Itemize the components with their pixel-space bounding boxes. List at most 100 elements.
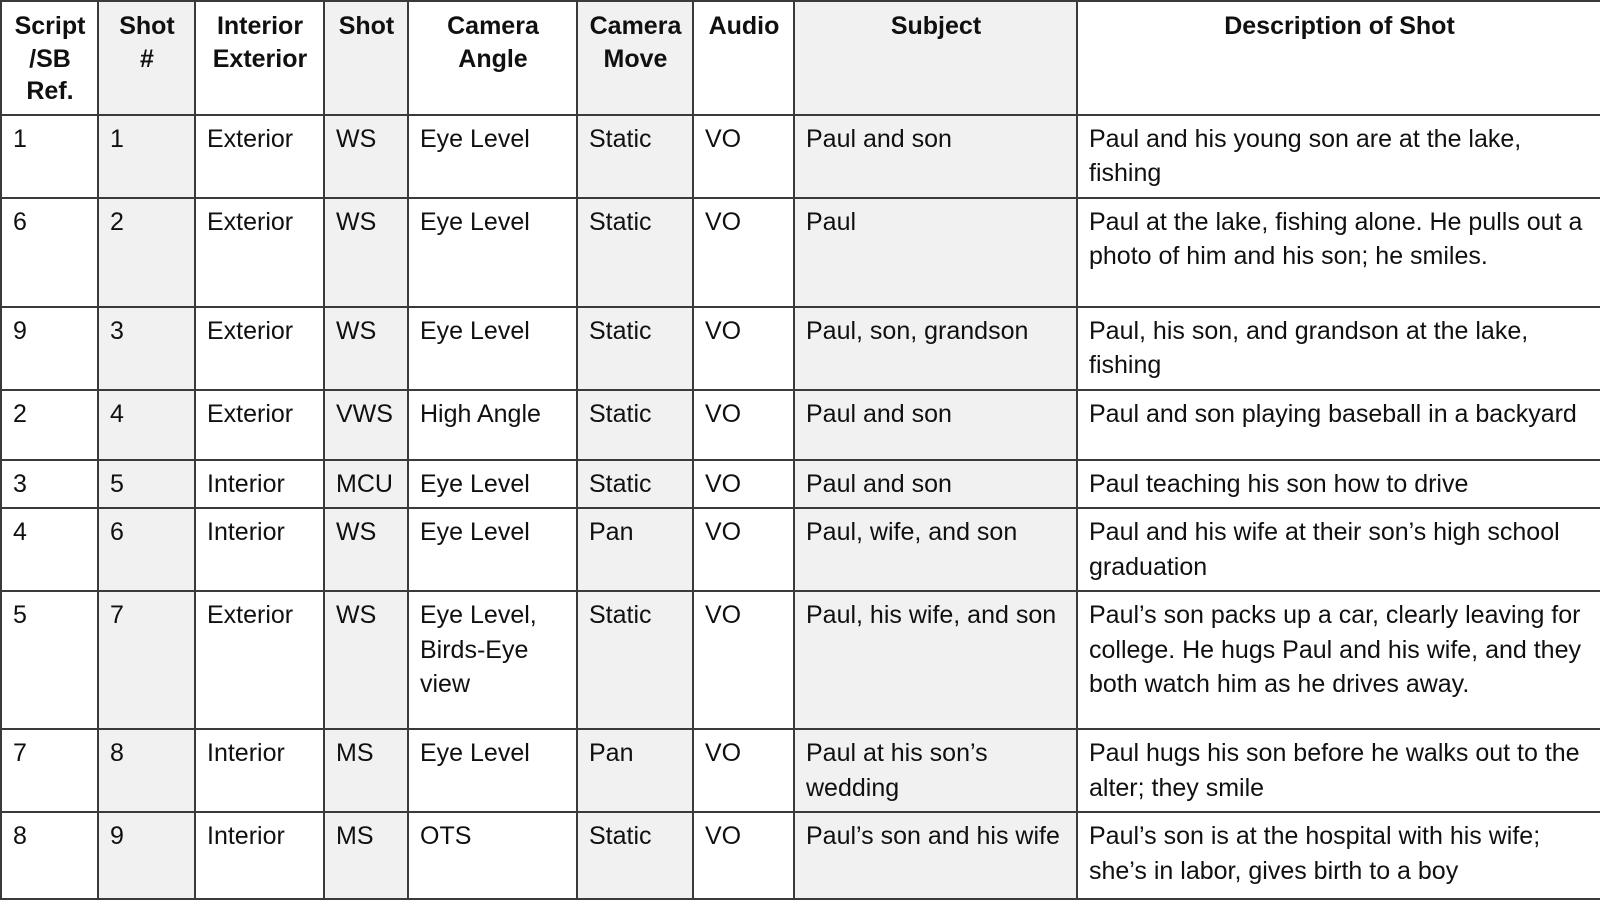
cell-value: Paul’s son and his wife xyxy=(806,822,1060,850)
cell-value: Paul and his young son are at the lake, … xyxy=(1089,124,1522,188)
table-row: 1 1 Exterior WS Eye Level Static VO Paul… xyxy=(0,113,1600,199)
cell-value: 5 xyxy=(13,601,27,629)
cell-shot: VWS xyxy=(323,388,409,461)
cell-audio: VO xyxy=(692,196,795,308)
cell-value: Static xyxy=(589,822,652,850)
table-header-row: Script /SB Ref. Shot # Interior Exterior… xyxy=(0,0,1600,116)
cell-value: VO xyxy=(705,124,742,153)
cell-value: Exterior xyxy=(207,316,294,345)
cell-description: Paul’s son is at the hospital with his w… xyxy=(1076,811,1600,900)
cell-value: WS xyxy=(336,316,377,345)
cell-value: 5 xyxy=(110,469,124,498)
cell-value: Eye Level xyxy=(420,124,530,153)
cell-camera-angle: OTS xyxy=(407,811,578,900)
cell-audio: VO xyxy=(692,113,795,199)
cell-shot-number: 8 xyxy=(97,728,196,813)
cell-value: Pan xyxy=(589,518,634,546)
column-header-label: Description of Shot xyxy=(1224,12,1455,40)
column-header-label: Audio xyxy=(708,12,780,40)
cell-value: MS xyxy=(336,739,374,767)
cell-camera-angle: Eye Level xyxy=(407,458,578,509)
cell-value: Eye Level xyxy=(420,207,530,236)
cell-value: WS xyxy=(336,518,377,546)
cell-camera-move: Static xyxy=(576,590,694,730)
column-header-description: Description of Shot xyxy=(1076,0,1600,116)
cell-shot-number: 9 xyxy=(97,811,196,900)
cell-interior-exterior: Exterior xyxy=(194,590,325,730)
cell-value: Exterior xyxy=(207,207,294,236)
column-header-label: Shot # xyxy=(119,12,175,73)
cell-value: Paul and son xyxy=(806,469,952,498)
cell-script-sb-ref: 3 xyxy=(0,458,99,509)
cell-value: Static xyxy=(589,601,652,629)
cell-value: VO xyxy=(705,601,742,629)
column-header-camera-angle: Camera Angle xyxy=(407,0,578,116)
column-header-audio: Audio xyxy=(692,0,795,116)
cell-shot: WS xyxy=(323,305,409,391)
cell-value: VO xyxy=(705,469,742,498)
cell-camera-angle: Eye Level xyxy=(407,113,578,199)
cell-shot-number: 1 xyxy=(97,113,196,199)
cell-value: 8 xyxy=(110,739,124,767)
table-row: 2 4 Exterior VWS High Angle Static VO Pa… xyxy=(0,388,1600,461)
cell-value: Paul’s son packs up a car, clearly leavi… xyxy=(1089,601,1581,698)
cell-value: Paul xyxy=(806,207,857,236)
column-header-label: Camera Angle xyxy=(447,12,539,73)
cell-camera-move: Pan xyxy=(576,728,694,813)
cell-camera-move: Pan xyxy=(576,507,694,592)
table-row: 7 8 Interior MS Eye Level Pan VO Paul at… xyxy=(0,728,1600,813)
cell-value: Interior xyxy=(207,739,285,767)
table-row: 5 7 Exterior WS Eye Level, Birds-Eye vie… xyxy=(0,590,1600,730)
cell-value: Paul at his son’s wedding xyxy=(806,739,988,802)
table-body: 1 1 Exterior WS Eye Level Static VO Paul… xyxy=(0,113,1600,900)
cell-value: 2 xyxy=(110,207,124,236)
cell-subject: Paul and son xyxy=(793,388,1078,461)
cell-value: Paul and son playing baseball in a backy… xyxy=(1089,399,1577,428)
cell-interior-exterior: Interior xyxy=(194,458,325,509)
cell-camera-angle: Eye Level xyxy=(407,196,578,308)
cell-value: Exterior xyxy=(207,601,294,629)
column-header-label: Interior Exterior xyxy=(212,12,308,73)
cell-camera-move: Static xyxy=(576,458,694,509)
cell-description: Paul and his wife at their son’s high sc… xyxy=(1076,507,1600,592)
column-header-label: Script /SB Ref. xyxy=(14,12,86,105)
cell-camera-angle: High Angle xyxy=(407,388,578,461)
cell-script-sb-ref: 2 xyxy=(0,388,99,461)
cell-value: Interior xyxy=(207,518,285,546)
column-header-subject: Subject xyxy=(793,0,1078,116)
cell-value: Static xyxy=(589,316,652,345)
cell-audio: VO xyxy=(692,728,795,813)
shot-list-table: Script /SB Ref. Shot # Interior Exterior… xyxy=(0,0,1600,900)
cell-value: 9 xyxy=(13,316,27,345)
cell-value: VO xyxy=(705,207,742,236)
cell-shot-number: 3 xyxy=(97,305,196,391)
cell-interior-exterior: Exterior xyxy=(194,388,325,461)
cell-value: Paul, wife, and son xyxy=(806,518,1018,546)
cell-value: Eye Level xyxy=(420,316,530,345)
cell-value: VO xyxy=(705,316,742,345)
cell-shot: MCU xyxy=(323,458,409,509)
cell-camera-angle: Eye Level, Birds-Eye view xyxy=(407,590,578,730)
table-header: Script /SB Ref. Shot # Interior Exterior… xyxy=(0,0,1600,116)
cell-camera-angle: Eye Level xyxy=(407,507,578,592)
table-row: 8 9 Interior MS OTS Static VO Paul’s son… xyxy=(0,811,1600,900)
cell-value: Paul and son xyxy=(806,399,952,428)
column-header-label: Subject xyxy=(890,12,982,40)
cell-script-sb-ref: 7 xyxy=(0,728,99,813)
cell-value: VO xyxy=(705,822,742,850)
cell-camera-move: Static xyxy=(576,811,694,900)
cell-value: Paul, his son, and grandson at the lake,… xyxy=(1089,316,1529,380)
cell-value: Static xyxy=(589,469,652,498)
cell-value: 7 xyxy=(110,601,124,629)
cell-subject: Paul, his wife, and son xyxy=(793,590,1078,730)
cell-value: Eye Level, Birds-Eye view xyxy=(420,601,537,698)
cell-value: VO xyxy=(705,399,742,428)
cell-value: Paul’s son is at the hospital with his w… xyxy=(1089,822,1541,885)
cell-value: VWS xyxy=(336,399,393,428)
cell-value: WS xyxy=(336,124,377,153)
cell-camera-angle: Eye Level xyxy=(407,728,578,813)
column-header-script-sb-ref: Script /SB Ref. xyxy=(0,0,99,116)
table-row: 9 3 Exterior WS Eye Level Static VO Paul… xyxy=(0,305,1600,391)
cell-description: Paul hugs his son before he walks out to… xyxy=(1076,728,1600,813)
cell-value: 3 xyxy=(13,469,27,498)
